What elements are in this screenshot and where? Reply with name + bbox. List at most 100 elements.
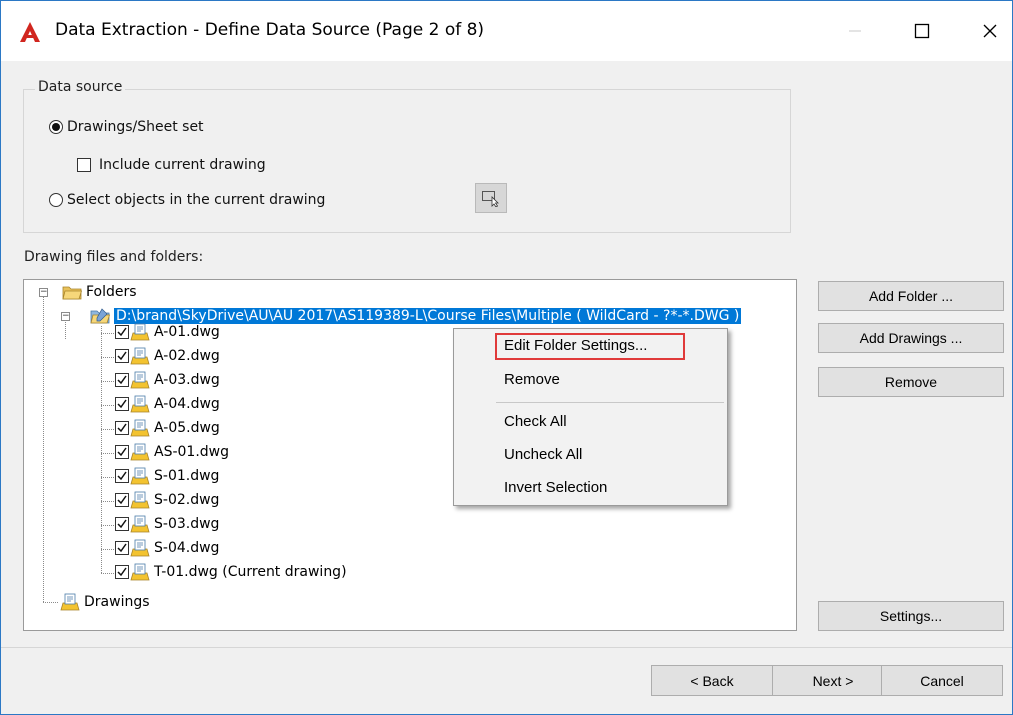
add-drawings-button[interactable]: Add Drawings ... — [818, 323, 1004, 353]
file-checkbox[interactable] — [115, 349, 129, 363]
folder-icon — [62, 286, 82, 300]
tree-node-file[interactable]: AS-01.dwg — [115, 442, 229, 462]
radio-drawings-sheet-set[interactable]: Drawings/Sheet set — [49, 119, 204, 135]
checkmark-icon — [117, 399, 127, 409]
tree-node-drawings[interactable]: Drawings — [59, 592, 150, 612]
file-name: S-04.dwg — [154, 540, 220, 556]
checkmark-icon — [117, 543, 127, 553]
file-checkbox[interactable] — [115, 397, 129, 411]
tree-node-file[interactable]: A-04.dwg — [115, 394, 220, 414]
maximize-icon — [914, 23, 930, 39]
select-objects-button[interactable] — [475, 183, 507, 213]
radio-select-objects[interactable]: Select objects in the current drawing — [49, 192, 325, 208]
file-name: S-01.dwg — [154, 468, 220, 484]
file-checkbox[interactable] — [115, 445, 129, 459]
tree-node-file[interactable]: A-01.dwg — [115, 322, 220, 342]
menu-item-remove[interactable]: Remove — [504, 371, 560, 388]
include-current-drawing-checkbox[interactable]: Include current drawing — [77, 157, 266, 173]
tree-node-file[interactable]: S-02.dwg — [115, 490, 219, 510]
file-name: A-01.dwg — [154, 324, 220, 340]
file-checkbox[interactable] — [115, 565, 129, 579]
cancel-button[interactable]: Cancel — [881, 665, 1003, 696]
checkmark-icon — [117, 567, 127, 577]
checkmark-icon — [117, 351, 127, 361]
add-folder-button[interactable]: Add Folder ... — [818, 281, 1004, 311]
collapse-path-toggle[interactable]: − — [61, 312, 70, 321]
dwg-file-icon — [130, 443, 150, 461]
select-objects-icon — [482, 191, 499, 207]
checkmark-icon — [117, 495, 127, 505]
tree-node-file[interactable]: T-01.dwg (Current drawing) — [115, 562, 347, 582]
dwg-file-icon — [130, 347, 150, 365]
tree-node-file[interactable]: A-02.dwg — [115, 346, 220, 366]
dwg-file-icon — [130, 323, 150, 341]
include-current-label: Include current drawing — [99, 157, 266, 173]
menu-separator — [496, 402, 724, 403]
dwg-file-icon — [130, 539, 150, 557]
dwg-file-icon — [130, 371, 150, 389]
footer-divider — [1, 647, 1012, 648]
file-name: T-01.dwg (Current drawing) — [154, 564, 347, 580]
window-title: Data Extraction - Define Data Source (Pa… — [55, 20, 485, 40]
menu-item-check-all[interactable]: Check All — [504, 413, 567, 430]
minimize-button[interactable] — [832, 11, 878, 51]
checkbox[interactable] — [77, 158, 91, 172]
checkmark-icon — [117, 519, 127, 529]
file-name: A-02.dwg — [154, 348, 220, 364]
minimize-icon — [849, 30, 861, 32]
file-name: A-03.dwg — [154, 372, 220, 388]
file-checkbox[interactable] — [115, 517, 129, 531]
tree-node-folders[interactable]: Folders — [61, 282, 137, 302]
file-checkbox[interactable] — [115, 373, 129, 387]
dialog-window: Data Extraction - Define Data Source (Pa… — [0, 0, 1013, 715]
maximize-button[interactable] — [899, 11, 945, 51]
file-name: S-02.dwg — [154, 492, 220, 508]
checkmark-icon — [117, 471, 127, 481]
drawings-label: Drawings — [84, 594, 150, 610]
title-bar: Data Extraction - Define Data Source (Pa… — [1, 1, 1012, 61]
file-checkbox[interactable] — [115, 325, 129, 339]
radio-select-objects-label: Select objects in the current drawing — [67, 192, 326, 208]
checkmark-icon — [117, 447, 127, 457]
close-button[interactable] — [967, 11, 1013, 51]
next-button[interactable]: Next > — [772, 665, 894, 696]
file-name: A-04.dwg — [154, 396, 220, 412]
radio-button[interactable] — [49, 193, 63, 207]
tree-node-file[interactable]: S-01.dwg — [115, 466, 219, 486]
folders-label: Folders — [86, 284, 137, 300]
data-source-legend: Data source — [35, 79, 126, 95]
checkmark-icon — [117, 423, 127, 433]
drawings-icon — [60, 593, 80, 611]
tree-node-file[interactable]: S-03.dwg — [115, 514, 219, 534]
dwg-file-icon — [130, 467, 150, 485]
menu-item-uncheck-all[interactable]: Uncheck All — [504, 446, 582, 463]
checkmark-icon — [117, 327, 127, 337]
file-name: A-05.dwg — [154, 420, 220, 436]
file-checkbox[interactable] — [115, 469, 129, 483]
tree-node-file[interactable]: S-04.dwg — [115, 538, 219, 558]
close-icon — [983, 24, 997, 38]
collapse-folders-toggle[interactable]: − — [39, 288, 48, 297]
file-checkbox[interactable] — [115, 421, 129, 435]
tree-node-file[interactable]: A-03.dwg — [115, 370, 220, 390]
file-checkbox[interactable] — [115, 541, 129, 555]
back-button[interactable]: < Back — [651, 665, 773, 696]
tree-label: Drawing files and folders: — [24, 249, 204, 265]
dwg-file-icon — [130, 491, 150, 509]
settings-button[interactable]: Settings... — [818, 601, 1004, 631]
file-checkbox[interactable] — [115, 493, 129, 507]
tree-node-file[interactable]: A-05.dwg — [115, 418, 220, 438]
context-menu: Edit Folder Settings... Remove Check All… — [453, 328, 728, 506]
folder-settings-icon — [90, 308, 110, 324]
checkmark-icon — [117, 375, 127, 385]
dwg-file-icon — [130, 515, 150, 533]
dwg-file-icon — [130, 563, 150, 581]
dwg-file-icon — [130, 419, 150, 437]
dwg-file-icon — [130, 395, 150, 413]
remove-button[interactable]: Remove — [818, 367, 1004, 397]
radio-button[interactable] — [49, 120, 63, 134]
menu-item-invert-selection[interactable]: Invert Selection — [504, 479, 607, 496]
radio-drawings-label: Drawings/Sheet set — [67, 119, 204, 135]
menu-item-edit-folder-settings[interactable]: Edit Folder Settings... — [504, 337, 647, 354]
autocad-logo-icon — [20, 22, 40, 42]
